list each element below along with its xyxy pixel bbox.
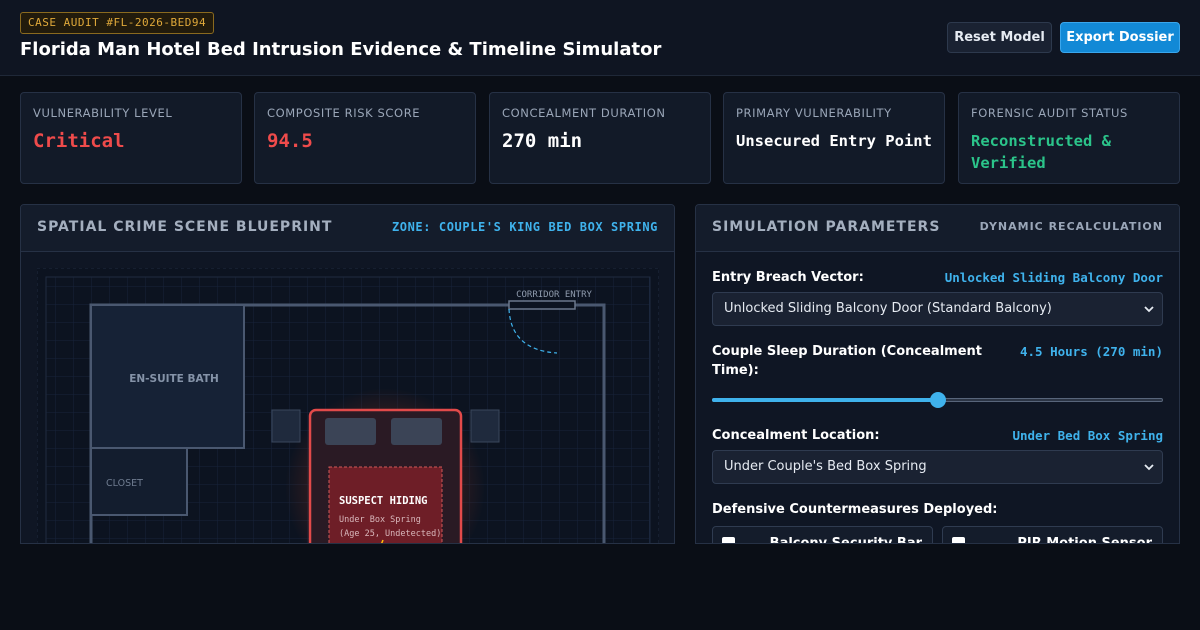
metric-label: PRIMARY VULNERABILITY — [736, 106, 892, 120]
nightstand-left — [271, 409, 301, 443]
corridor-entry-label: CORRIDOR ENTRY — [516, 290, 592, 300]
concealment-location-select[interactable]: Under Couple's Bed Box Spring — [712, 450, 1163, 484]
reset-model-button[interactable]: Reset Model — [947, 22, 1052, 53]
metric-card-primary-vulnerability: PRIMARY VULNERABILITY Unsecured Entry Po… — [723, 92, 945, 184]
metric-value-primary-vulnerability: Unsecured Entry Point — [736, 132, 932, 150]
metric-value-vulnerability: Critical — [33, 130, 125, 152]
corridor-door[interactable] — [508, 300, 576, 310]
entry-vector-select[interactable]: Unlocked Sliding Balcony Door (Standard … — [712, 292, 1163, 326]
zone-label: ZONE: COUPLE'S KING BED BOX SPRING — [391, 220, 658, 234]
checkbox[interactable] — [722, 537, 735, 543]
blueprint-panel-header: SPATIAL CRIME SCENE BLUEPRINT ZONE: COUP… — [21, 205, 674, 252]
chevron-down-icon — [1144, 306, 1154, 313]
blueprint-title: SPATIAL CRIME SCENE BLUEPRINT — [37, 219, 333, 235]
suspect-line-2: (Age 25, Undetected) — [339, 529, 441, 539]
metric-card-concealment: CONCEALMENT DURATION 270 min — [489, 92, 711, 184]
metric-label: FORENSIC AUDIT STATUS — [971, 106, 1128, 120]
metric-value-audit-status: Reconstructed & Verified — [971, 132, 1111, 172]
countermeasure-pir-sensor[interactable]: PIR Motion Sensor — [942, 526, 1163, 544]
countermeasures-label: Defensive Countermeasures Deployed: — [712, 502, 998, 517]
bath-label: EN-SUITE BATH — [129, 373, 219, 385]
case-audit-badge: CASE AUDIT #FL-2026-BED94 — [20, 12, 215, 34]
sleep-duration-value: 4.5 Hours (270 min) — [1020, 344, 1163, 359]
metric-card-vulnerability: VULNERABILITY LEVEL Critical — [20, 92, 242, 184]
metric-label: CONCEALMENT DURATION — [502, 106, 666, 120]
metric-value-risk-score: 94.5 — [267, 130, 313, 152]
metric-label: COMPOSITE RISK SCORE — [267, 106, 421, 120]
crime-scene-blueprint[interactable]: EN-SUITE BATH CLOSET CORRIDOR ENTRY SUSP… — [37, 268, 659, 544]
concealment-location-value: Under Bed Box Spring — [1012, 428, 1163, 443]
entry-vector-selected: Unlocked Sliding Balcony Door (Standard … — [724, 301, 1052, 316]
pillow-left — [325, 418, 376, 445]
metric-label: VULNERABILITY LEVEL — [33, 106, 173, 120]
parameters-title: SIMULATION PARAMETERS — [712, 219, 941, 235]
concealment-location-label: Concealment Location: — [712, 428, 880, 443]
metric-card-audit-status: FORENSIC AUDIT STATUS Reconstructed & Ve… — [958, 92, 1180, 184]
export-dossier-button[interactable]: Export Dossier — [1060, 22, 1180, 53]
countermeasure-balcony-bar[interactable]: Balcony Security Bar — [712, 526, 933, 544]
page-title: Florida Man Hotel Bed Intrusion Evidence… — [20, 39, 662, 60]
suspect-line-1: Under Box Spring — [339, 515, 421, 525]
countermeasure-label: Balcony Security Bar — [769, 536, 922, 544]
metric-card-risk-score: COMPOSITE RISK SCORE 94.5 — [254, 92, 476, 184]
simulation-parameters-panel: SIMULATION PARAMETERS DYNAMIC RECALCULAT… — [695, 204, 1180, 544]
entry-vector-value: Unlocked Sliding Balcony Door — [944, 270, 1163, 285]
countermeasure-label: PIR Motion Sensor — [1017, 536, 1152, 544]
recalculation-mode-label: DYNAMIC RECALCULATION — [979, 220, 1163, 233]
slider-fill — [712, 398, 938, 402]
slider-thumb[interactable] — [929, 392, 946, 408]
parameters-panel-header: SIMULATION PARAMETERS DYNAMIC RECALCULAT… — [696, 205, 1179, 252]
pillow-right — [391, 418, 442, 445]
entry-vector-label: Entry Breach Vector: — [712, 270, 864, 285]
closet-label: CLOSET — [106, 478, 143, 489]
checkbox[interactable] — [952, 537, 965, 543]
blueprint-panel: SPATIAL CRIME SCENE BLUEPRINT ZONE: COUP… — [20, 204, 675, 544]
header-bar: CASE AUDIT #FL-2026-BED94 Florida Man Ho… — [0, 0, 1200, 76]
nightstand-right — [470, 409, 500, 443]
sleep-duration-label: Couple Sleep Duration (Concealment Time)… — [712, 344, 982, 378]
sleep-duration-slider[interactable] — [712, 390, 1163, 410]
metric-value-concealment: 270 min — [502, 130, 583, 152]
chevron-down-icon — [1144, 464, 1154, 471]
concealment-location-selected: Under Couple's Bed Box Spring — [724, 459, 927, 474]
suspect-title: SUSPECT HIDING — [339, 495, 428, 507]
